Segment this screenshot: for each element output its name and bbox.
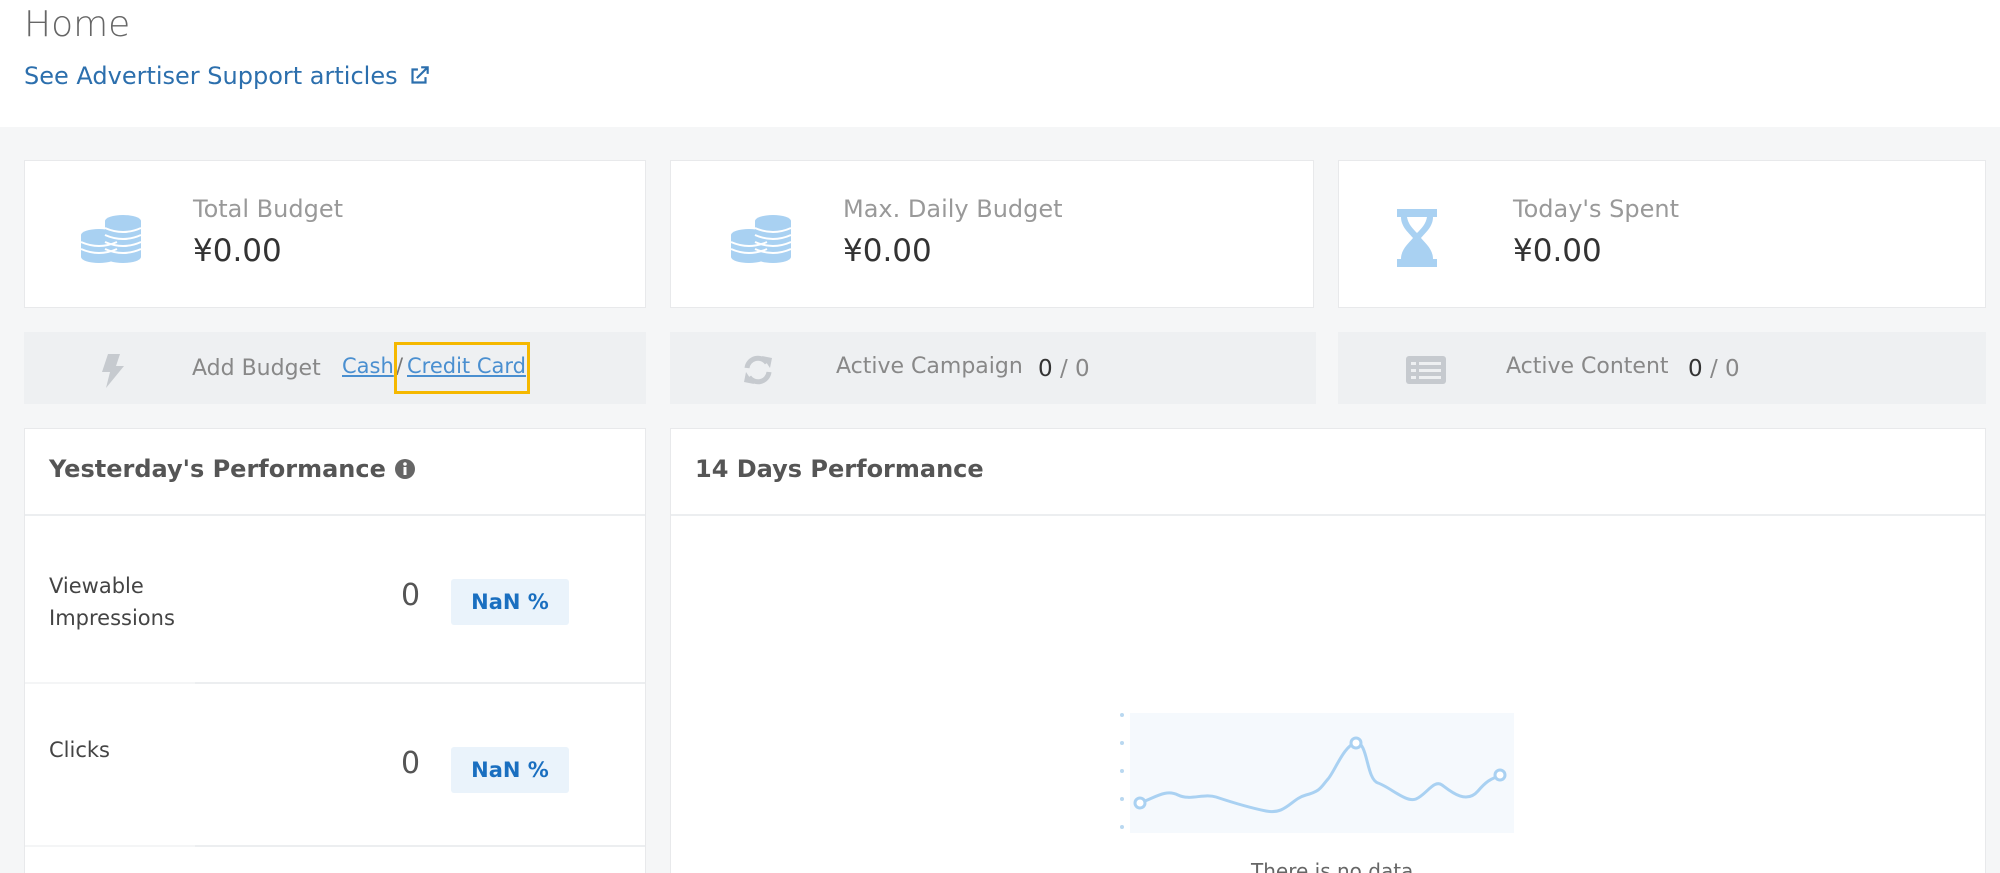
- clicks-label: Clicks: [49, 738, 110, 762]
- list-icon: [1406, 356, 1446, 384]
- empty-chart-icon: [1120, 713, 1514, 833]
- empty-chart-text: There is no data: [1251, 859, 1414, 873]
- active-campaign-bar: Active Campaign 0 / 0: [670, 332, 1316, 404]
- active-content-bar: Active Content 0 / 0: [1338, 332, 1986, 404]
- viewable-impressions-change-badge: NaN %: [451, 579, 569, 625]
- fourteen-days-performance-title: 14 Days Performance: [695, 455, 984, 483]
- clicks-change-badge: NaN %: [451, 747, 569, 793]
- add-budget-label: Add Budget: [192, 356, 321, 381]
- active-content-active: 0: [1688, 356, 1703, 382]
- todays-spent-value: ¥0.00: [1513, 233, 1602, 269]
- viewable-impressions-label: Viewable Impressions: [49, 570, 175, 634]
- active-content-count: 0 / 0: [1688, 356, 1740, 382]
- active-campaign-active: 0: [1038, 356, 1053, 382]
- row-divider: [25, 845, 645, 847]
- active-content-label: Active Content: [1506, 354, 1669, 379]
- support-articles-link[interactable]: See Advertiser Support articles: [24, 62, 432, 90]
- refresh-icon: [744, 355, 772, 385]
- yesterday-performance-label: Yesterday's Performance: [49, 455, 386, 483]
- coins-icon: [730, 215, 792, 263]
- count-slash: /: [1709, 356, 1726, 382]
- max-daily-budget-card: Max. Daily Budget ¥0.00: [670, 160, 1314, 308]
- active-campaign-count: 0 / 0: [1038, 356, 1090, 382]
- fourteen-days-performance-panel: 14 Days Performance There is no data: [670, 428, 1986, 873]
- viewable-impressions-line2: Impressions: [49, 606, 175, 630]
- hourglass-icon: [1397, 209, 1437, 267]
- external-link-icon: [411, 66, 429, 84]
- total-budget-label: Total Budget: [193, 195, 343, 223]
- yesterday-performance-panel: Yesterday's Performance Viewable Impress…: [24, 428, 646, 873]
- page-header: Home See Advertiser Support articles: [0, 0, 2000, 127]
- max-daily-budget-label: Max. Daily Budget: [843, 195, 1063, 223]
- total-budget-value: ¥0.00: [193, 233, 282, 269]
- active-campaign-total: 0: [1075, 356, 1090, 382]
- todays-spent-label: Today's Spent: [1513, 195, 1679, 223]
- viewable-impressions-line1: Viewable: [49, 574, 144, 598]
- coins-icon: [80, 215, 142, 263]
- panel-divider: [671, 514, 1985, 516]
- metric-row-viewable-impressions: Viewable Impressions 0 NaN %: [25, 516, 645, 681]
- todays-spent-card: Today's Spent ¥0.00: [1338, 160, 1986, 308]
- viewable-impressions-value: 0: [401, 578, 421, 613]
- yesterday-performance-title: Yesterday's Performance: [49, 455, 416, 483]
- count-slash: /: [1059, 356, 1076, 382]
- active-campaign-label: Active Campaign: [836, 354, 1023, 379]
- total-budget-card: Total Budget ¥0.00: [24, 160, 646, 308]
- credit-card-highlight: [394, 342, 530, 394]
- clicks-value: 0: [401, 746, 421, 781]
- max-daily-budget-value: ¥0.00: [843, 233, 932, 269]
- bolt-icon: [102, 354, 124, 388]
- add-budget-bar: Add Budget Cash / Credit Card: [24, 332, 646, 404]
- cash-link[interactable]: Cash: [342, 354, 394, 378]
- info-icon[interactable]: [394, 458, 416, 480]
- page-title: Home: [24, 4, 131, 45]
- metric-row-clicks: Clicks 0 NaN %: [25, 684, 645, 849]
- support-articles-label: See Advertiser Support articles: [24, 62, 398, 90]
- active-content-total: 0: [1725, 356, 1740, 382]
